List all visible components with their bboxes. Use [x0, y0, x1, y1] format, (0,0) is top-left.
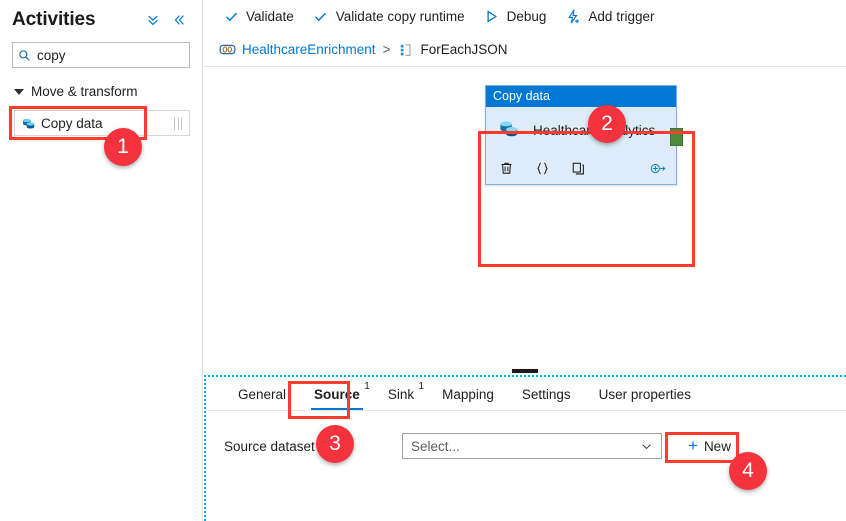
tab-sink-badge: 1	[418, 381, 425, 392]
copy-data-icon	[496, 116, 522, 145]
tab-mapping[interactable]: Mapping	[428, 387, 508, 410]
lightning-plus-icon	[565, 9, 581, 25]
debug-button[interactable]: Debug	[478, 4, 556, 30]
tab-source-label: Source	[314, 387, 360, 402]
source-dataset-value: Select...	[411, 438, 460, 454]
tab-sink[interactable]: Sink 1	[374, 381, 428, 410]
activities-panel-title: Activities	[12, 9, 96, 30]
add-trigger-button-label: Add trigger	[588, 9, 655, 24]
tab-user-properties[interactable]: User properties	[585, 387, 705, 410]
add-output-connection-icon[interactable]	[650, 160, 666, 176]
activities-search-box[interactable]	[12, 42, 216, 68]
chevron-down-icon	[640, 440, 653, 453]
breadcrumb-pipeline-link[interactable]: HealthcareEnrichment	[242, 42, 376, 57]
validate-button[interactable]: Validate	[217, 4, 303, 30]
tab-settings-label: Settings	[521, 387, 571, 402]
activity-card-name: Healthcare Analytics	[533, 122, 656, 138]
tab-user-properties-label: User properties	[598, 387, 691, 402]
azure-data-factory-pipeline-editor: Activities copy Move & transform Copy da…	[0, 0, 846, 521]
code-view-icon[interactable]	[534, 160, 550, 176]
collapse-all-icon[interactable]	[146, 13, 160, 27]
search-icon	[13, 49, 35, 62]
validate-copy-runtime-button[interactable]: Validate copy runtime	[307, 4, 474, 30]
new-dataset-button[interactable]: + New	[678, 433, 741, 459]
source-dataset-row: Source dataset Select... + New	[206, 433, 846, 459]
tab-general[interactable]: General	[224, 387, 300, 410]
breadcrumb: HealthcareEnrichment > ForEachJSON	[203, 33, 846, 67]
pane-resize-handle[interactable]	[203, 366, 846, 375]
tab-settings[interactable]: Settings	[508, 387, 585, 410]
play-triangle-icon	[484, 9, 500, 25]
tab-source-badge: 1	[364, 381, 370, 392]
pipeline-canvas[interactable]: Copy data Healthcare Analytics	[203, 67, 846, 375]
activities-panel: Activities copy Move & transform Copy da…	[0, 0, 216, 521]
validate-copy-runtime-button-label: Validate copy runtime	[335, 9, 465, 24]
validate-button-label: Validate	[246, 9, 294, 24]
tab-mapping-label: Mapping	[442, 387, 494, 402]
canvas-activity-copy-data[interactable]: Copy data Healthcare Analytics	[485, 85, 683, 185]
activity-item-label: Copy data	[41, 115, 103, 131]
checkmark-icon	[223, 9, 239, 25]
add-trigger-button[interactable]: Add trigger	[559, 4, 663, 30]
activities-panel-header: Activities	[0, 0, 202, 32]
breadcrumb-separator: >	[382, 42, 391, 57]
source-dataset-dropdown[interactable]: Select...	[402, 433, 662, 459]
checkmark-icon	[313, 9, 329, 25]
tab-sink-label: Sink	[387, 387, 415, 402]
activity-card-actions	[486, 153, 676, 183]
activity-properties-pane: General Source 1 Sink 1 Mapping Settings	[204, 375, 846, 521]
breadcrumb-current-activity: ForEachJSON	[420, 42, 508, 57]
activity-item-copy-data[interactable]: Copy data	[14, 110, 190, 136]
tab-source[interactable]: Source 1	[300, 381, 374, 410]
new-dataset-button-label: New	[703, 438, 731, 454]
source-dataset-label: Source dataset	[224, 438, 315, 454]
pipeline-icon	[219, 41, 236, 58]
clone-activity-icon[interactable]	[570, 160, 586, 176]
activities-panel-header-icons	[146, 13, 192, 27]
activity-group-label: Move & transform	[31, 83, 138, 99]
copy-data-icon	[15, 115, 41, 132]
plus-icon: +	[688, 436, 698, 455]
activity-card-body: Healthcare Analytics	[486, 107, 676, 153]
properties-tabs: General Source 1 Sink 1 Mapping Settings	[206, 377, 846, 411]
tab-general-label: General	[238, 387, 287, 402]
collapse-panel-icon[interactable]	[172, 13, 186, 27]
debug-button-label: Debug	[506, 9, 547, 24]
pipeline-toolbar: Validate Validate copy runtime Debug Add…	[203, 0, 846, 33]
foreach-icon	[397, 41, 414, 58]
pane-resize-grip	[511, 368, 538, 373]
search-input[interactable]	[35, 44, 216, 66]
editor-main: Validate Validate copy runtime Debug Add…	[203, 0, 846, 521]
activity-group-move-and-transform[interactable]: Move & transform	[14, 80, 202, 102]
drag-handle-icon[interactable]	[167, 116, 189, 130]
activity-card-title: Copy data	[486, 86, 676, 107]
output-connector[interactable]	[670, 128, 683, 146]
chevron-expanded-icon	[14, 89, 24, 95]
delete-activity-icon[interactable]	[498, 160, 514, 176]
